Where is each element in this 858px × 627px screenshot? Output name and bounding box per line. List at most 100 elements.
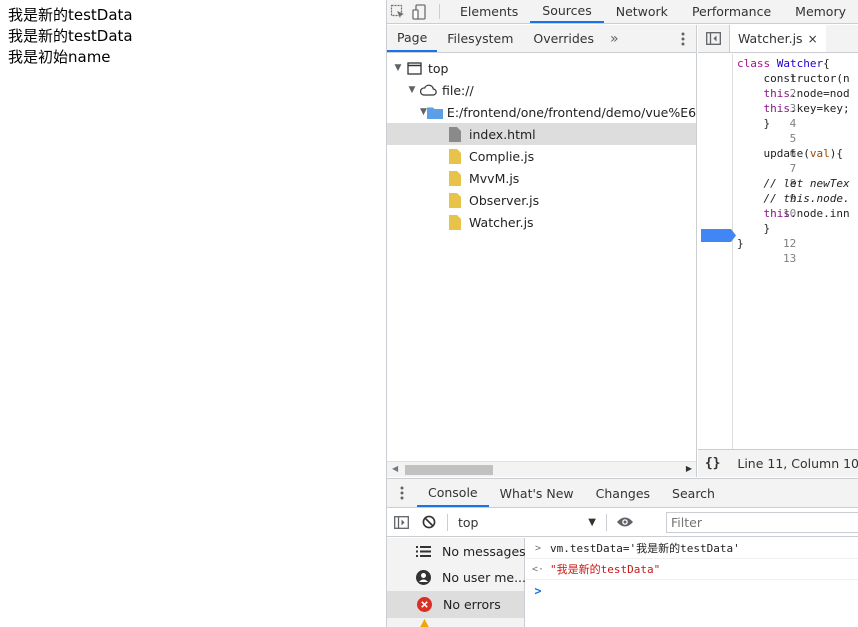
list-icon [416,543,431,559]
tab-page[interactable]: Page [387,25,438,52]
console-sidebar: No messages No user me... No errors [387,538,526,627]
main-tab-bar: Elements Sources Network Performance Mem… [387,0,858,24]
tab-sources[interactable]: Sources [530,0,604,23]
cloud-icon [418,84,438,96]
file-tree: ▼ top ▼ file:// ▼ E:/frontend/one/fronte… [387,53,696,461]
context-selector[interactable]: top ▼ [452,508,602,537]
tree-item-label: Watcher.js [469,214,534,230]
expand-arrow-icon[interactable]: ▼ [406,85,418,95]
tab-memory[interactable]: Memory [783,0,858,23]
more-tabs-icon[interactable]: » [604,25,625,52]
dropdown-arrow-icon: ▼ [588,516,596,528]
console-output-row: <· "我是新的testData" [526,559,858,580]
navigator-tab-bar: Page Filesystem Overrides » [387,25,696,53]
devtools-panel: Elements Sources Network Performance Mem… [386,0,858,627]
editor-file-tab[interactable]: Watcher.js × [730,25,826,52]
close-icon[interactable]: × [808,32,818,46]
sidebar-item-user-messages[interactable]: No user me... [387,565,526,592]
sources-panel: Page Filesystem Overrides » ▼ top ▼ file… [387,25,858,477]
live-expression-eye-icon[interactable] [611,508,639,537]
code-line-breakpoint: 11 this.node.inn [763,207,850,235]
tree-item-label: file:// [442,82,474,98]
sidebar-item-label: No user me... [442,570,526,586]
navigator-menu-icon[interactable] [670,25,696,52]
tree-item-label: E:/frontend/one/frontend/demo/vue%E6% [446,104,696,120]
tab-overrides[interactable]: Overrides [523,25,604,52]
code-line: 7 update(val){ [737,147,843,175]
tree-item-label: top [428,60,449,76]
tab-console[interactable]: Console [417,479,489,507]
device-toolbar-icon[interactable] [409,0,431,23]
scroll-left-icon[interactable]: ◀ [392,464,398,473]
toggle-sidebar-icon[interactable] [387,508,415,537]
error-icon [416,596,432,612]
context-selector-value: top [458,514,479,530]
toolbar-divider [439,4,441,19]
editor-file-tab-label: Watcher.js [738,31,803,46]
html-file-icon [445,126,465,142]
drawer-tab-bar: Console What's New Changes Search [387,479,858,508]
page-text-line: 我是新的testData [8,6,133,24]
console-input-text: vm.testData='我是新的testData' [550,542,740,555]
tab-changes[interactable]: Changes [585,479,661,507]
toggle-navigator-icon[interactable] [698,25,730,52]
tree-item-label: MvvM.js [469,170,520,186]
code-line: 8 [789,177,797,190]
js-file-icon [445,148,465,164]
inspect-element-icon[interactable] [387,0,409,23]
tree-item-folder[interactable]: ▼ E:/frontend/one/frontend/demo/vue%E6% [387,101,696,123]
js-file-icon [445,214,465,230]
page-text-line: 我是初始name [8,48,111,66]
sidebar-item-messages[interactable]: No messages [387,538,526,565]
js-file-icon [445,192,465,208]
expand-arrow-icon[interactable]: ▼ [392,63,404,73]
drawer: Console What's New Changes Search top ▼ [387,478,858,627]
tree-item-label: Complie.js [469,148,535,164]
page-content: 我是新的testData 我是新的testData 我是初始name [0,0,386,627]
tree-item-file[interactable]: MvvM.js [387,167,696,189]
code-line: 2 constructor(n [737,72,850,100]
cursor-position: Line 11, Column 10 [737,456,858,471]
tree-item-file[interactable]: Complie.js [387,145,696,167]
console-input-row: > vm.testData='我是新的testData' [526,538,858,559]
input-prompt-icon: > [534,542,542,554]
tree-item-file[interactable]: index.html [387,123,696,145]
editor-tab-bar: Watcher.js × [698,25,858,53]
editor-status-bar: {} Line 11, Column 10 [698,449,858,477]
sidebar-item-label: No messages [442,543,526,559]
user-icon [416,570,431,586]
scrollbar-thumb[interactable] [405,465,493,475]
console-prompt-icon: > [534,583,542,598]
output-return-icon: <· [531,563,545,575]
code-editor[interactable]: 1 class Watcher{ 2 constructor(n 3 this.… [698,54,858,449]
sidebar-item-warnings[interactable] [387,618,524,627]
tree-item-origin[interactable]: ▼ file:// [387,79,696,101]
tab-network[interactable]: Network [604,0,680,23]
console-filter-input[interactable] [666,512,858,533]
scroll-right-icon[interactable]: ▶ [686,464,692,473]
editor-pane: Watcher.js × 1 class Watcher{ 2 construc… [698,25,858,477]
expand-arrow-icon[interactable]: ▼ [420,107,427,117]
tab-filesystem[interactable]: Filesystem [437,25,523,52]
console-output-text: "我是新的testData" [550,563,661,576]
tree-item-file[interactable]: Observer.js [387,189,696,211]
sidebar-item-label: No errors [443,596,501,612]
tab-search[interactable]: Search [661,479,726,507]
tab-performance[interactable]: Performance [680,0,783,23]
tree-item-label: Observer.js [469,192,540,208]
sidebar-item-errors[interactable]: No errors [387,591,524,618]
pretty-print-icon[interactable]: {} [698,456,727,471]
navigator-horizontal-scrollbar[interactable]: ◀ ▶ [387,461,696,477]
drawer-menu-icon[interactable] [387,479,417,507]
console-toolbar: top ▼ [387,508,858,537]
frame-icon [404,61,424,75]
tree-item-file[interactable]: Watcher.js [387,211,696,233]
tree-item-top[interactable]: ▼ top [387,57,696,79]
clear-console-icon[interactable] [415,508,443,537]
console-prompt-row[interactable]: > [526,580,858,601]
tab-elements[interactable]: Elements [448,0,530,23]
navigator-pane: Page Filesystem Overrides » ▼ top ▼ file… [387,25,697,477]
code-line: 9 // let newTex [737,177,850,205]
tab-whats-new[interactable]: What's New [489,479,585,507]
code-line: 13 } [737,237,797,265]
